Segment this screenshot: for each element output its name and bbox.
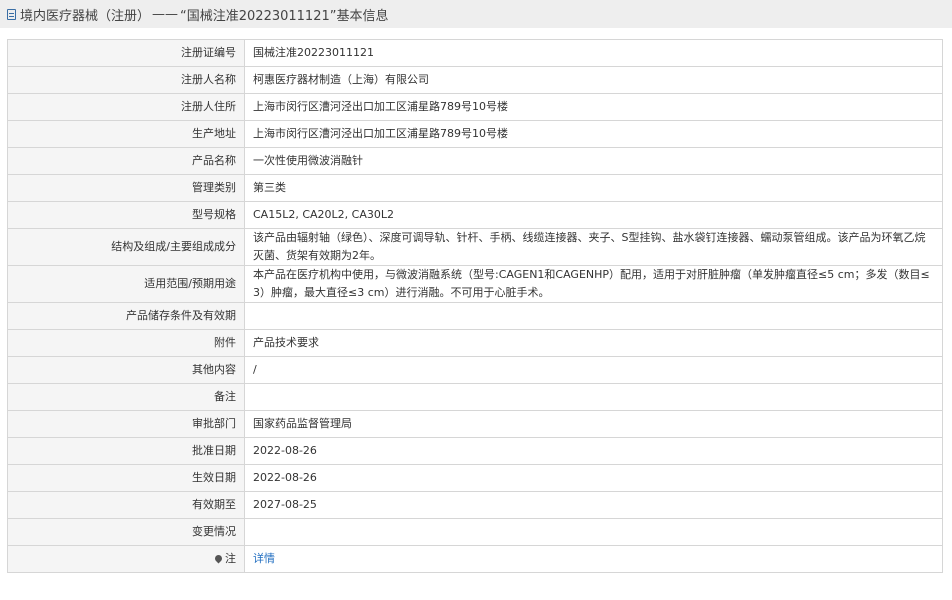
table-row: 注册人名称 柯惠医疗器材制造（上海）有限公司 xyxy=(7,66,943,94)
table-row: 其他内容 / xyxy=(7,356,943,384)
row-label: 备注 xyxy=(7,383,245,411)
lightbulb-icon xyxy=(213,553,224,563)
row-label: 批准日期 xyxy=(7,437,245,465)
header-title: “国械注准20223011121”基本信息 xyxy=(180,8,389,24)
row-label: 生产地址 xyxy=(7,120,245,148)
table-row: 结构及组成/主要组成成分 该产品由辐射轴（绿色）、深度可调导轨、针杆、手柄、线缆… xyxy=(7,228,943,266)
table-row: 批准日期 2022-08-26 xyxy=(7,437,943,465)
table-row: 生效日期 2022-08-26 xyxy=(7,464,943,492)
note-row: 注 详情 xyxy=(7,545,943,573)
row-value xyxy=(244,302,943,330)
table-row: 审批部门 国家药品监督管理局 xyxy=(7,410,943,438)
row-label: 适用范围/预期用途 xyxy=(7,265,245,303)
row-label: 结构及组成/主要组成成分 xyxy=(7,228,245,266)
row-label: 附件 xyxy=(7,329,245,357)
row-label: 管理类别 xyxy=(7,174,245,202)
page-header: 境内医疗器械（注册） —— “国械注准20223011121”基本信息 xyxy=(0,0,952,28)
row-label: 产品储存条件及有效期 xyxy=(7,302,245,330)
row-label: 产品名称 xyxy=(7,147,245,175)
table-row: 附件 产品技术要求 xyxy=(7,329,943,357)
header-separator: —— xyxy=(152,6,179,22)
table-row: 型号规格 CA15L2, CA20L2, CA30L2 xyxy=(7,201,943,229)
row-label: 审批部门 xyxy=(7,410,245,438)
row-label: 注册证编号 xyxy=(7,39,245,67)
row-label: 注册人名称 xyxy=(7,66,245,94)
row-value: 2027-08-25 xyxy=(244,491,943,519)
table-row: 生产地址 上海市闵行区漕河泾出口加工区浦星路789号10号楼 xyxy=(7,120,943,148)
details-link[interactable]: 详情 xyxy=(253,552,275,565)
row-value: 上海市闵行区漕河泾出口加工区浦星路789号10号楼 xyxy=(244,120,943,148)
row-label: 注册人住所 xyxy=(7,93,245,121)
row-value: 国家药品监督管理局 xyxy=(244,410,943,438)
row-value: 产品技术要求 xyxy=(244,329,943,357)
row-value: 一次性使用微波消融针 xyxy=(244,147,943,175)
row-value: 2022-08-26 xyxy=(244,437,943,465)
row-value xyxy=(244,518,943,546)
row-label: 型号规格 xyxy=(7,201,245,229)
row-label: 生效日期 xyxy=(7,464,245,492)
row-value: 该产品由辐射轴（绿色）、深度可调导轨、针杆、手柄、线缆连接器、夹子、S型挂钩、盐… xyxy=(244,228,943,266)
row-value: 2022-08-26 xyxy=(244,464,943,492)
table-row: 管理类别 第三类 xyxy=(7,174,943,202)
header-category: 境内医疗器械（注册） xyxy=(20,8,151,24)
table-row: 有效期至 2027-08-25 xyxy=(7,491,943,519)
row-value xyxy=(244,383,943,411)
row-value: CA15L2, CA20L2, CA30L2 xyxy=(244,201,943,229)
registration-info-table: 注册证编号 国械注准20223011121 注册人名称 柯惠医疗器材制造（上海）… xyxy=(7,39,943,573)
table-row: 注册人住所 上海市闵行区漕河泾出口加工区浦星路789号10号楼 xyxy=(7,93,943,121)
row-label: 有效期至 xyxy=(7,491,245,519)
row-value: 本产品在医疗机构中使用，与微波消融系统（型号:CAGEN1和CAGENHP）配用… xyxy=(244,265,943,303)
row-value: 国械注准20223011121 xyxy=(244,39,943,67)
note-label: 注 xyxy=(225,552,236,565)
table-row: 产品名称 一次性使用微波消融针 xyxy=(7,147,943,175)
row-label: 变更情况 xyxy=(7,518,245,546)
note-label-cell: 注 xyxy=(7,545,245,573)
row-value: 第三类 xyxy=(244,174,943,202)
row-label: 其他内容 xyxy=(7,356,245,384)
table-row: 变更情况 xyxy=(7,518,943,546)
document-icon xyxy=(7,8,16,20)
row-value: 上海市闵行区漕河泾出口加工区浦星路789号10号楼 xyxy=(244,93,943,121)
table-row: 备注 xyxy=(7,383,943,411)
table-row: 产品储存条件及有效期 xyxy=(7,302,943,330)
table-row: 注册证编号 国械注准20223011121 xyxy=(7,39,943,67)
table-row: 适用范围/预期用途 本产品在医疗机构中使用，与微波消融系统（型号:CAGEN1和… xyxy=(7,265,943,303)
row-value: / xyxy=(244,356,943,384)
note-value-cell: 详情 xyxy=(244,545,943,573)
row-value: 柯惠医疗器材制造（上海）有限公司 xyxy=(244,66,943,94)
